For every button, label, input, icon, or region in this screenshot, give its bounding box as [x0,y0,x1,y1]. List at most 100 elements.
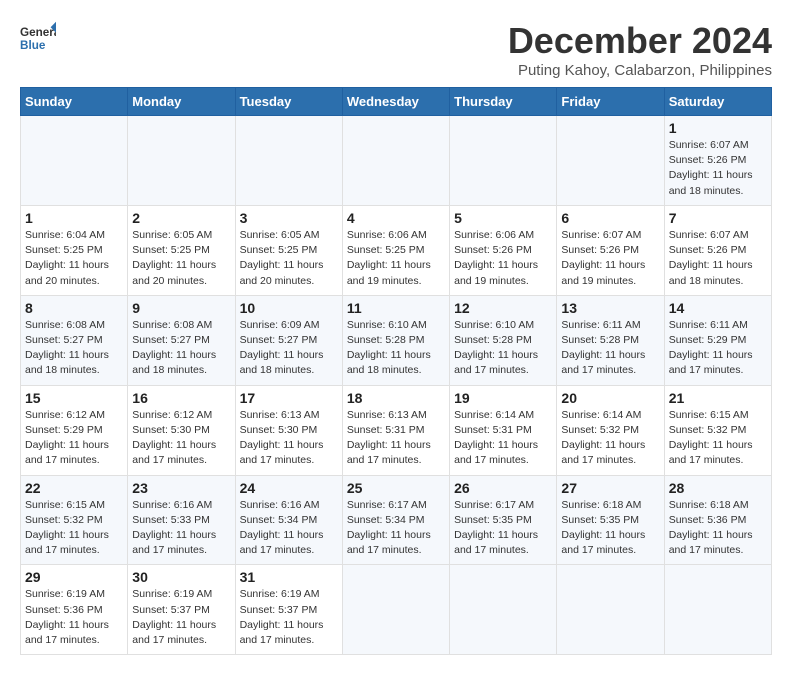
day-number: 5 [454,210,552,226]
day-number: 23 [132,480,230,496]
day-info: Sunrise: 6:15 AM Sunset: 5:32 PM Dayligh… [25,498,123,559]
calendar-cell: 19Sunrise: 6:14 AM Sunset: 5:31 PM Dayli… [450,385,557,475]
day-number: 18 [347,390,445,406]
day-info: Sunrise: 6:11 AM Sunset: 5:29 PM Dayligh… [669,318,767,379]
calendar-cell: 5 Sunrise: 6:06 AM Sunset: 5:26 PM Daylig… [450,205,557,295]
day-number: 12 [454,300,552,316]
day-number: 7 [669,210,767,226]
day-number: 10 [240,300,338,316]
calendar-cell [342,565,449,655]
day-info: Sunrise: 6:18 AM Sunset: 5:36 PM Dayligh… [669,498,767,559]
day-number: 27 [561,480,659,496]
title-block: December 2024 Puting Kahoy, Calabarzon, … [508,20,772,79]
column-header-sunday: Sunday [21,88,128,116]
day-info: Sunrise: 6:19 AM Sunset: 5:36 PM Dayligh… [25,587,123,648]
day-info: Sunrise: 6:08 AM Sunset: 5:27 PM Dayligh… [25,318,123,379]
day-info: Sunrise: 6:06 AM Sunset: 5:26 PM Dayligh… [454,228,552,289]
day-info: Sunrise: 6:13 AM Sunset: 5:30 PM Dayligh… [240,408,338,469]
column-header-monday: Monday [128,88,235,116]
calendar-table: SundayMondayTuesdayWednesdayThursdayFrid… [20,87,772,655]
day-info: Sunrise: 6:16 AM Sunset: 5:33 PM Dayligh… [132,498,230,559]
column-header-wednesday: Wednesday [342,88,449,116]
calendar-week-row: 29Sunrise: 6:19 AM Sunset: 5:36 PM Dayli… [21,565,772,655]
day-number: 16 [132,390,230,406]
calendar-cell: 13 Sunrise: 6:11 AM Sunset: 5:28 PM Dayli… [557,295,664,385]
calendar-cell: 11Sunrise: 6:10 AM Sunset: 5:28 PM Dayli… [342,295,449,385]
day-info: Sunrise: 6:12 AM Sunset: 5:29 PM Dayligh… [25,408,123,469]
day-number: 13 [561,300,659,316]
day-info: Sunrise: 6:15 AM Sunset: 5:32 PM Dayligh… [669,408,767,469]
day-info: Sunrise: 6:16 AM Sunset: 5:34 PM Dayligh… [240,498,338,559]
calendar-cell [21,116,128,206]
day-number: 11 [347,300,445,316]
calendar-cell [128,116,235,206]
calendar-cell: 7 Sunrise: 6:07 AM Sunset: 5:26 PM Daylig… [664,205,771,295]
day-info: Sunrise: 6:06 AM Sunset: 5:25 PM Dayligh… [347,228,445,289]
calendar-cell: 24Sunrise: 6:16 AM Sunset: 5:34 PM Dayli… [235,475,342,565]
calendar-cell [557,116,664,206]
day-info: Sunrise: 6:05 AM Sunset: 5:25 PM Dayligh… [132,228,230,289]
calendar-cell: 14Sunrise: 6:11 AM Sunset: 5:29 PM Dayli… [664,295,771,385]
logo: General Blue [20,20,56,56]
day-number: 6 [561,210,659,226]
day-number: 1 [669,120,767,136]
calendar-week-row: 8 Sunrise: 6:08 AM Sunset: 5:27 PM Daylig… [21,295,772,385]
day-info: Sunrise: 6:13 AM Sunset: 5:31 PM Dayligh… [347,408,445,469]
calendar-cell [450,565,557,655]
calendar-cell: 4 Sunrise: 6:06 AM Sunset: 5:25 PM Daylig… [342,205,449,295]
month-title: December 2024 [508,20,772,62]
calendar-cell: 3 Sunrise: 6:05 AM Sunset: 5:25 PM Daylig… [235,205,342,295]
day-info: Sunrise: 6:11 AM Sunset: 5:28 PM Dayligh… [561,318,659,379]
calendar-cell: 16 Sunrise: 6:12 AM Sunset: 5:30 PM Dayli… [128,385,235,475]
location-title: Puting Kahoy, Calabarzon, Philippines [508,62,772,79]
calendar-cell: 8 Sunrise: 6:08 AM Sunset: 5:27 PM Daylig… [21,295,128,385]
day-info: Sunrise: 6:18 AM Sunset: 5:35 PM Dayligh… [561,498,659,559]
column-header-thursday: Thursday [450,88,557,116]
day-number: 22 [25,480,123,496]
calendar-cell: 22 Sunrise: 6:15 AM Sunset: 5:32 PM Dayli… [21,475,128,565]
day-info: Sunrise: 6:07 AM Sunset: 5:26 PM Dayligh… [669,228,767,289]
day-info: Sunrise: 6:14 AM Sunset: 5:32 PM Dayligh… [561,408,659,469]
day-info: Sunrise: 6:17 AM Sunset: 5:34 PM Dayligh… [347,498,445,559]
day-info: Sunrise: 6:12 AM Sunset: 5:30 PM Dayligh… [132,408,230,469]
calendar-cell: 26Sunrise: 6:17 AM Sunset: 5:35 PM Dayli… [450,475,557,565]
calendar-cell: 1Sunrise: 6:04 AM Sunset: 5:25 PM Daylig… [21,205,128,295]
calendar-cell: 10 Sunrise: 6:09 AM Sunset: 5:27 PM Dayli… [235,295,342,385]
calendar-cell [664,565,771,655]
day-number: 20 [561,390,659,406]
day-info: Sunrise: 6:19 AM Sunset: 5:37 PM Dayligh… [240,587,338,648]
calendar-cell: 21Sunrise: 6:15 AM Sunset: 5:32 PM Dayli… [664,385,771,475]
calendar-cell: 20 Sunrise: 6:14 AM Sunset: 5:32 PM Dayli… [557,385,664,475]
day-number: 8 [25,300,123,316]
calendar-week-row: 15Sunrise: 6:12 AM Sunset: 5:29 PM Dayli… [21,385,772,475]
calendar-cell: 6 Sunrise: 6:07 AM Sunset: 5:26 PM Daylig… [557,205,664,295]
calendar-header-row: SundayMondayTuesdayWednesdayThursdayFrid… [21,88,772,116]
calendar-cell [235,116,342,206]
column-header-saturday: Saturday [664,88,771,116]
page-header: General Blue December 2024 Puting Kahoy,… [20,20,772,79]
calendar-cell: 29Sunrise: 6:19 AM Sunset: 5:36 PM Dayli… [21,565,128,655]
day-info: Sunrise: 6:04 AM Sunset: 5:25 PM Dayligh… [25,228,123,289]
day-info: Sunrise: 6:17 AM Sunset: 5:35 PM Dayligh… [454,498,552,559]
day-info: Sunrise: 6:09 AM Sunset: 5:27 PM Dayligh… [240,318,338,379]
calendar-cell: 17 Sunrise: 6:13 AM Sunset: 5:30 PM Dayli… [235,385,342,475]
calendar-cell: 2 Sunrise: 6:05 AM Sunset: 5:25 PM Daylig… [128,205,235,295]
calendar-week-row: 1Sunrise: 6:04 AM Sunset: 5:25 PM Daylig… [21,205,772,295]
svg-text:Blue: Blue [20,39,46,52]
day-number: 25 [347,480,445,496]
calendar-cell [557,565,664,655]
day-number: 17 [240,390,338,406]
day-info: Sunrise: 6:07 AM Sunset: 5:26 PM Dayligh… [669,138,767,199]
calendar-cell: 15Sunrise: 6:12 AM Sunset: 5:29 PM Dayli… [21,385,128,475]
day-info: Sunrise: 6:07 AM Sunset: 5:26 PM Dayligh… [561,228,659,289]
day-number: 2 [132,210,230,226]
column-header-tuesday: Tuesday [235,88,342,116]
day-number: 28 [669,480,767,496]
day-number: 4 [347,210,445,226]
column-header-friday: Friday [557,88,664,116]
day-number: 3 [240,210,338,226]
calendar-cell: 18 Sunrise: 6:13 AM Sunset: 5:31 PM Dayli… [342,385,449,475]
day-info: Sunrise: 6:05 AM Sunset: 5:25 PM Dayligh… [240,228,338,289]
calendar-week-row: 1 Sunrise: 6:07 AM Sunset: 5:26 PM Daylig… [21,116,772,206]
day-number: 30 [132,569,230,585]
